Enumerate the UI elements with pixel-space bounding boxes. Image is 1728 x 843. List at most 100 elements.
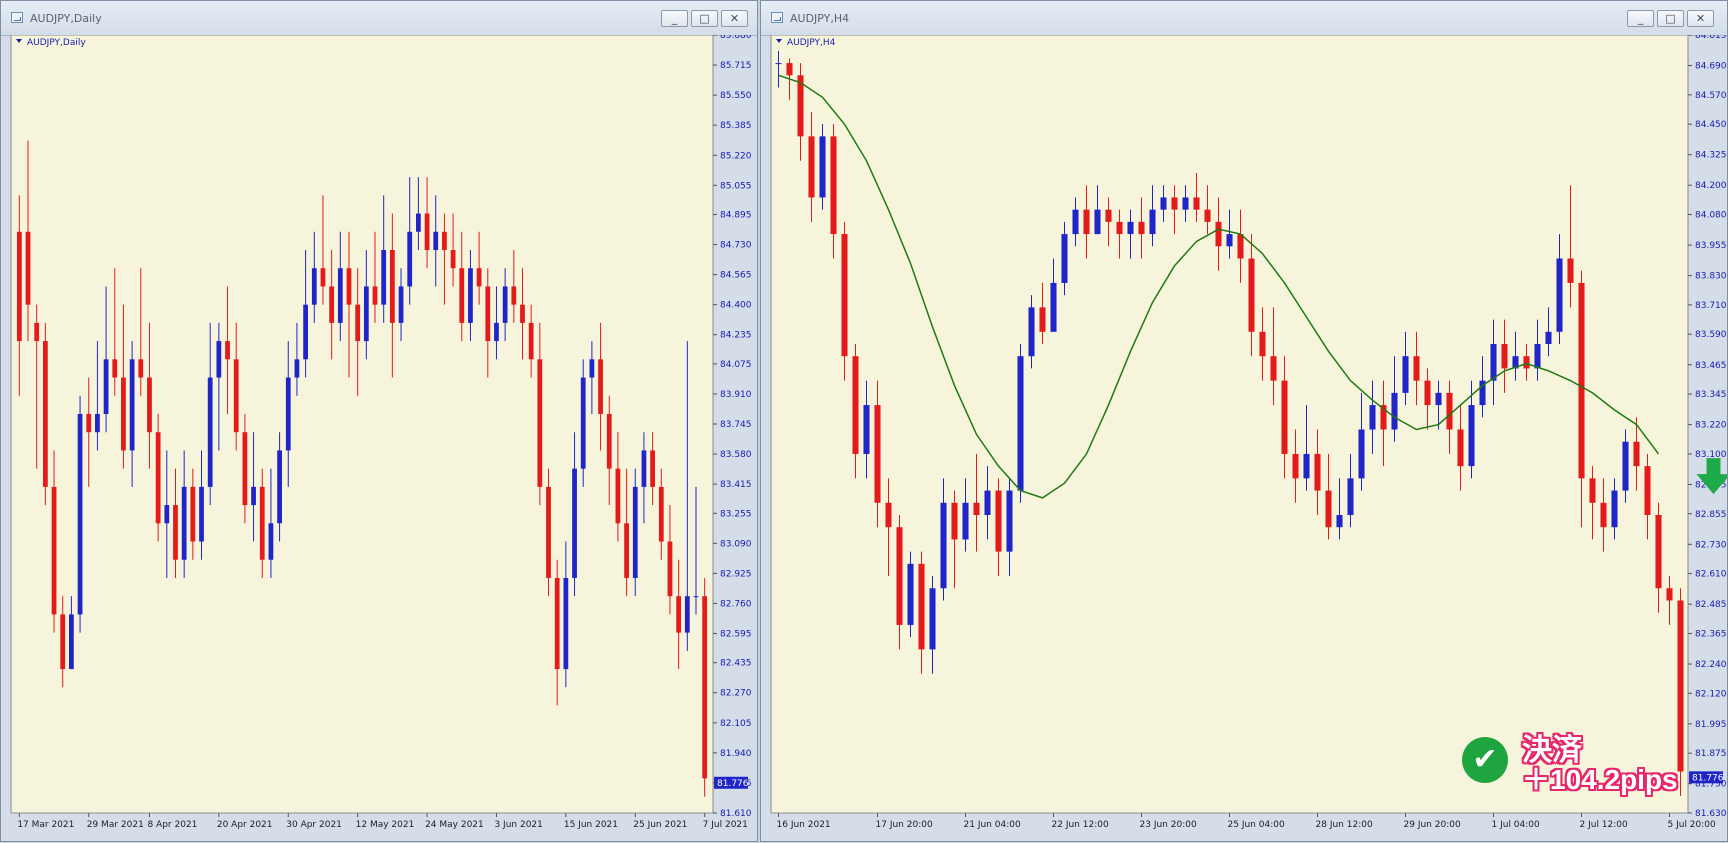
y-tick-label: 84.570 (1695, 91, 1727, 101)
candle-body (1446, 392, 1453, 430)
y-tick-label: 82.610 (1695, 570, 1727, 580)
candle-body (658, 486, 664, 542)
y-tick-label: 82.120 (1695, 689, 1727, 699)
candle-body (684, 596, 690, 633)
candle-body (940, 502, 947, 589)
candle-body (1402, 356, 1409, 393)
maximize-button[interactable]: □ (1657, 10, 1684, 27)
candle-body (1567, 258, 1574, 283)
x-tick-label: 30 Apr 2021 (286, 820, 342, 830)
minimize-button[interactable]: _ (661, 10, 688, 27)
daily-candlestick-chart[interactable]: AUDJPY,Daily 85.880 85.715 85.550 85.385 85.2… (1, 35, 757, 841)
candle-body (929, 588, 936, 650)
x-tick-label: 17 Mar 2021 (17, 820, 74, 830)
y-tick-label: 81.940 (720, 749, 752, 759)
y-tick-label: 84.895 (720, 210, 752, 220)
candle-body (1314, 453, 1321, 491)
candle-body (693, 596, 699, 598)
candle-body (398, 286, 404, 323)
x-tick-label: 20 Apr 2021 (217, 820, 273, 830)
candle-body (951, 502, 958, 540)
plot-area (770, 35, 1689, 814)
candle-body (320, 268, 326, 287)
candle-body (494, 322, 499, 342)
candle-body (1127, 221, 1134, 235)
candle-body (702, 596, 708, 779)
candle-body (1545, 331, 1552, 345)
candle-body (372, 286, 378, 305)
y-tick-label: 84.075 (720, 360, 752, 370)
candle-body (147, 377, 152, 433)
candle-body (1061, 234, 1068, 283)
candle-body (60, 614, 66, 670)
candle-body (598, 359, 603, 414)
candle-body (251, 486, 256, 506)
candle-body (103, 359, 109, 414)
y-tick-label: 83.345 (1695, 390, 1727, 400)
candle-body (155, 432, 161, 524)
candle-body (485, 286, 491, 342)
candle-body (225, 341, 230, 360)
candle-body (995, 490, 1002, 552)
candle-body (242, 432, 248, 506)
candle-body (1160, 197, 1167, 210)
candle-body (676, 596, 682, 633)
daily-window-titlebar[interactable]: AUDJPY,Daily _ □ ✕ (1, 1, 757, 36)
candle-body (329, 286, 335, 323)
candle-body (1270, 356, 1277, 381)
y-tick-label: 84.080 (1695, 211, 1727, 221)
x-tick-label: 8 Apr 2021 (147, 820, 197, 830)
daily-chart-window: AUDJPY,Daily _ □ ✕ AUDJPY,Daily 85.880 85.… (0, 0, 758, 842)
y-tick-label: 83.710 (1695, 301, 1727, 311)
y-tick-label: 83.830 (1695, 272, 1727, 282)
y-tick-label: 85.880 (720, 35, 752, 41)
h4-window-titlebar[interactable]: AUDJPY,H4 _ □ ✕ (761, 1, 1727, 36)
candle-body (1028, 307, 1035, 357)
y-tick-label: 82.485 (1695, 600, 1727, 610)
candle-body (615, 468, 621, 524)
x-tick-label: 22 Jun 12:00 (1052, 820, 1109, 830)
y-tick-label: 84.690 (1695, 62, 1727, 72)
candle-body (896, 527, 903, 625)
candle-body (528, 322, 534, 360)
y-tick-label: 82.595 (720, 630, 752, 640)
y-tick-label: 83.090 (720, 539, 752, 549)
candle-body (572, 468, 577, 578)
candle-body (1072, 209, 1079, 235)
candle-body (667, 541, 673, 597)
h4-candlestick-chart[interactable]: AUDJPY,H4 84.815 84.690 84.570 84.450 84.325 8… (761, 35, 1727, 841)
candle-body (303, 304, 308, 360)
x-tick-label: 1 Jul 04:00 (1492, 820, 1541, 830)
candle-body (1292, 453, 1299, 479)
y-tick-label: 84.325 (1695, 151, 1727, 161)
close-button[interactable]: ✕ (1687, 10, 1714, 27)
y-tick-label: 84.450 (1695, 120, 1727, 130)
candle-body (1149, 209, 1156, 235)
maximize-button[interactable]: □ (691, 10, 718, 27)
chart-symbol-label: AUDJPY,H4 (787, 38, 836, 48)
pips-result: ＋104.2pips (1522, 764, 1678, 795)
y-tick-label: 82.365 (1695, 629, 1727, 639)
y-tick-label: 85.715 (720, 61, 752, 71)
checkmark-icon: ✔ (1462, 737, 1508, 783)
candle-body (433, 231, 439, 250)
y-tick-label: 84.730 (720, 241, 752, 251)
y-tick-label: 84.565 (720, 271, 752, 281)
close-button[interactable]: ✕ (721, 10, 748, 27)
minimize-button[interactable]: _ (1627, 10, 1654, 27)
candle-body (25, 231, 31, 305)
candle-body (918, 563, 925, 650)
candle-body (624, 523, 629, 578)
candle-body (259, 486, 265, 560)
x-tick-label: 17 Jun 20:00 (876, 820, 933, 830)
y-tick-label: 83.910 (720, 390, 752, 400)
candle-body (1050, 282, 1057, 332)
y-tick-label: 84.200 (1695, 181, 1727, 191)
candle-body (1666, 588, 1673, 601)
candle-body (216, 341, 222, 378)
candle-body (389, 249, 395, 323)
x-tick-label: 29 Jun 20:00 (1404, 820, 1461, 830)
candle-body (1347, 478, 1354, 515)
candle-body (311, 268, 317, 305)
y-tick-label: 83.465 (1695, 361, 1727, 371)
